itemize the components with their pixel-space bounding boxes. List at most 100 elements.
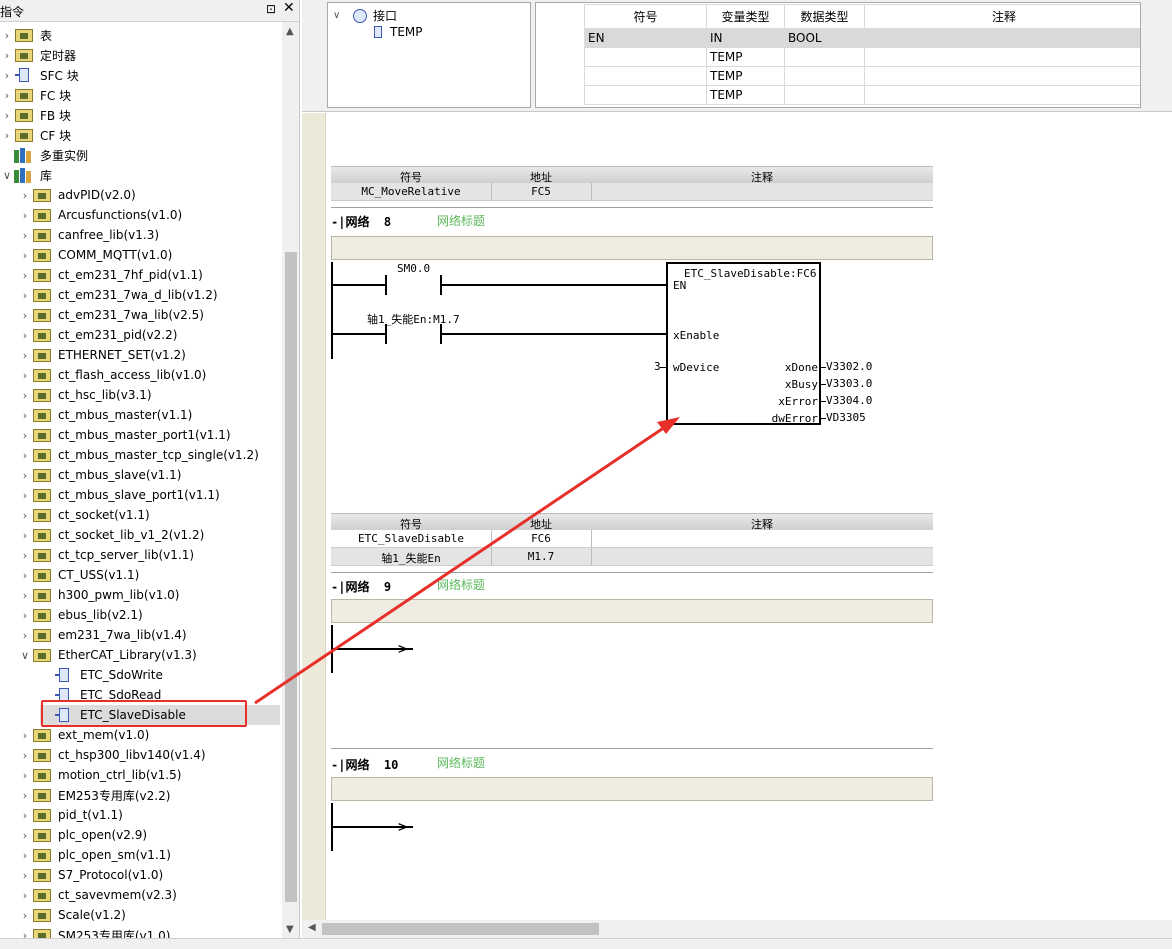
- chevron-right-icon[interactable]: ›: [18, 889, 32, 902]
- library-item[interactable]: › Arcusfunctions(v1.0): [18, 205, 182, 225]
- contact-sm0-label[interactable]: SM0.0: [397, 262, 430, 275]
- chevron-right-icon[interactable]: ›: [18, 489, 32, 502]
- chevron-right-icon[interactable]: ›: [18, 829, 32, 842]
- library-item[interactable]: › ext_mem(v1.0): [18, 725, 150, 745]
- chevron-right-icon[interactable]: ›: [18, 569, 32, 582]
- library-item[interactable]: › ct_hsp300_libv140(v1.4): [18, 745, 206, 765]
- scrollbar-thumb[interactable]: [322, 923, 599, 935]
- table-cell[interactable]: TEMP: [706, 47, 785, 67]
- network-8-subtitle[interactable]: 网络标题: [437, 212, 485, 229]
- chevron-right-icon[interactable]: ›: [18, 389, 32, 402]
- chevron-right-icon[interactable]: ›: [18, 629, 32, 642]
- output-xerror-value[interactable]: V3304.0: [826, 394, 872, 407]
- library-item[interactable]: › ct_mbus_master(v1.1): [18, 405, 193, 425]
- interface-temp-node[interactable]: TEMP: [374, 25, 423, 39]
- table-cell[interactable]: [864, 47, 1140, 67]
- library-item[interactable]: › ct_tcp_server_lib(v1.1): [18, 545, 194, 565]
- chevron-right-icon[interactable]: ›: [18, 789, 32, 802]
- table-cell[interactable]: BOOL: [784, 28, 865, 48]
- library-item[interactable]: › plc_open(v2.9): [18, 825, 147, 845]
- library-item[interactable]: › COMM_MQTT(v1.0): [18, 245, 173, 265]
- table-cell[interactable]: [784, 47, 865, 67]
- library-item[interactable]: › em231_7wa_lib(v1.4): [18, 625, 187, 645]
- chevron-right-icon[interactable]: ›: [18, 209, 32, 222]
- library-item[interactable]: › ct_socket(v1.1): [18, 505, 150, 525]
- collapse-icon[interactable]: -|: [331, 758, 345, 772]
- network-10-comment[interactable]: [331, 777, 933, 801]
- library-item[interactable]: › ct_em231_7hf_pid(v1.1): [18, 265, 203, 285]
- chevron-right-icon[interactable]: ›: [18, 309, 32, 322]
- chevron-right-icon[interactable]: ›: [0, 49, 14, 62]
- library-item[interactable]: › ct_mbus_slave(v1.1): [18, 465, 182, 485]
- table-cell[interactable]: [864, 85, 1140, 105]
- chevron-right-icon[interactable]: ›: [18, 189, 32, 202]
- table-cell[interactable]: EN: [584, 28, 707, 48]
- table-cell[interactable]: TEMP: [706, 85, 785, 105]
- output-dwerror-value[interactable]: VD3305: [826, 411, 866, 424]
- library-item[interactable]: › Scale(v1.2): [18, 905, 126, 925]
- table-row[interactable]: ETC_SlaveDisable FC6: [331, 530, 933, 548]
- scrollbar-thumb[interactable]: [285, 252, 297, 902]
- table-cell[interactable]: [584, 85, 707, 105]
- library-item[interactable]: › S7_Protocol(v1.0): [18, 865, 163, 885]
- chevron-right-icon[interactable]: ›: [18, 529, 32, 542]
- chevron-right-icon[interactable]: ›: [18, 409, 32, 422]
- tree-item[interactable]: › 定时器: [0, 45, 76, 65]
- chevron-right-icon[interactable]: ›: [18, 269, 32, 282]
- collapse-icon[interactable]: -|: [331, 580, 345, 594]
- chevron-right-icon[interactable]: ›: [18, 909, 32, 922]
- contact-m17-left[interactable]: [385, 324, 387, 344]
- table-row[interactable]: 轴1_失能En M1.7: [331, 548, 933, 566]
- library-item[interactable]: › plc_open_sm(v1.1): [18, 845, 171, 865]
- chevron-right-icon[interactable]: ›: [18, 449, 32, 462]
- library-item[interactable]: › CT_USS(v1.1): [18, 565, 139, 585]
- library-item[interactable]: › ct_em231_7wa_d_lib(v1.2): [18, 285, 218, 305]
- table-cell[interactable]: [864, 28, 1140, 48]
- interface-root-node[interactable]: ∨ 接口: [333, 7, 397, 24]
- function-block-etc-slavedisable[interactable]: ETC_SlaveDisable:FC6 EN xEnable wDevice …: [666, 262, 821, 425]
- close-icon[interactable]: ✕: [283, 0, 295, 16]
- scroll-up-icon[interactable]: ▲: [286, 26, 294, 37]
- library-item[interactable]: › ct_savevmem(v2.3): [18, 885, 177, 905]
- table-row[interactable]: TEMP: [584, 66, 1140, 86]
- chevron-right-icon[interactable]: ›: [0, 89, 14, 102]
- library-item[interactable]: › advPID(v2.0): [18, 185, 136, 205]
- tree-item[interactable]: › FC 块: [0, 85, 71, 105]
- output-xdone-value[interactable]: V3302.0: [826, 360, 872, 373]
- library-item[interactable]: › ct_mbus_master_tcp_single(v1.2): [18, 445, 259, 465]
- table-row[interactable]: TEMP: [584, 85, 1140, 105]
- chevron-down-icon[interactable]: ∨: [18, 649, 32, 662]
- library-item[interactable]: › EM253专用库(v2.2): [18, 785, 170, 805]
- table-row[interactable]: MC_MoveRelative FC5: [331, 183, 933, 201]
- library-item[interactable]: ∨ EtherCAT_Library(v1.3): [18, 645, 197, 665]
- library-item[interactable]: › motion_ctrl_lib(v1.5): [18, 765, 182, 785]
- table-cell[interactable]: [784, 85, 865, 105]
- network-8-title[interactable]: -|网络 8: [331, 213, 391, 230]
- network-9-comment[interactable]: [331, 599, 933, 623]
- collapse-icon[interactable]: -|: [331, 215, 345, 229]
- table-cell[interactable]: [584, 66, 707, 86]
- tree-item[interactable]: 多重实例: [0, 145, 88, 165]
- network-8-comment[interactable]: [331, 236, 933, 260]
- library-item[interactable]: › ct_mbus_slave_port1(v1.1): [18, 485, 220, 505]
- dock-icon[interactable]: ⊡: [266, 2, 276, 16]
- table-cell[interactable]: TEMP: [706, 66, 785, 86]
- chevron-right-icon[interactable]: ›: [0, 29, 14, 42]
- contact-m17-label[interactable]: 轴1_失能En:M1.7: [367, 311, 460, 327]
- tree-item[interactable]: › 表: [0, 25, 52, 45]
- network-9-subtitle[interactable]: 网络标题: [437, 576, 485, 593]
- chevron-right-icon[interactable]: ›: [18, 589, 32, 602]
- chevron-right-icon[interactable]: ›: [18, 429, 32, 442]
- chevron-right-icon[interactable]: ›: [18, 369, 32, 382]
- chevron-right-icon[interactable]: ›: [18, 609, 32, 622]
- table-cell[interactable]: IN: [706, 28, 785, 48]
- tree-item[interactable]: › SFC 块: [0, 65, 79, 85]
- chevron-right-icon[interactable]: ›: [18, 749, 32, 762]
- library-item[interactable]: › ct_mbus_master_port1(v1.1): [18, 425, 231, 445]
- output-xbusy-value[interactable]: V3303.0: [826, 377, 872, 390]
- chevron-right-icon[interactable]: ›: [18, 329, 32, 342]
- chevron-right-icon[interactable]: ›: [18, 869, 32, 882]
- chevron-right-icon[interactable]: ›: [18, 769, 32, 782]
- scroll-left-icon[interactable]: ◀: [308, 922, 316, 933]
- table-cell[interactable]: [784, 66, 865, 86]
